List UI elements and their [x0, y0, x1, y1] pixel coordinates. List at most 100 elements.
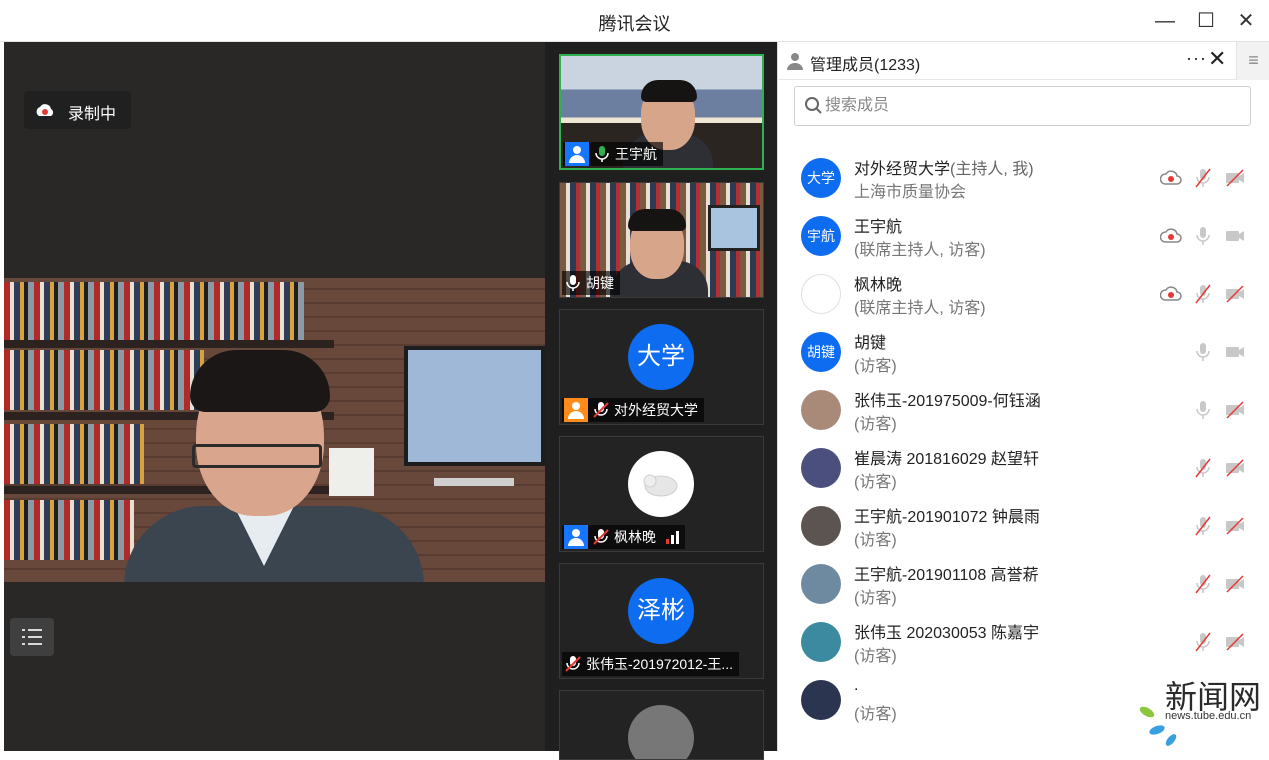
- mic-icon[interactable]: [1192, 341, 1214, 363]
- recording-icon[interactable]: [1159, 167, 1182, 189]
- member-row[interactable]: 张伟玉 202030053 陈嘉宇 (访客): [778, 613, 1269, 671]
- user-icon: [564, 398, 588, 422]
- member-name-text: .: [854, 677, 859, 694]
- avatar: [801, 564, 841, 604]
- thumbnail-label: 枫林晚: [562, 525, 685, 549]
- thumbnail-name: 张伟玉-201972012-王...: [586, 656, 734, 672]
- member-role-tag: (主持人, 我): [950, 161, 1034, 178]
- mic-muted-icon[interactable]: [1192, 515, 1214, 537]
- camera-off-icon[interactable]: [1224, 573, 1246, 595]
- member-subtitle: (访客): [854, 706, 897, 723]
- avatar: [801, 390, 841, 430]
- mic-muted-icon[interactable]: [1192, 167, 1214, 189]
- member-name-text: 王宇航: [854, 219, 903, 236]
- member-name-text: 张伟玉 202030053 陈嘉宇: [854, 625, 1039, 642]
- thumbnail-name: 王宇航: [615, 146, 657, 162]
- member-row[interactable]: 胡键 胡键 (访客): [778, 323, 1269, 381]
- mic-icon[interactable]: [1192, 225, 1214, 247]
- camera-off-icon[interactable]: [1224, 167, 1246, 189]
- speaker-person: [124, 350, 424, 582]
- member-subtitle: (访客): [854, 532, 897, 549]
- thumbnail-1[interactable]: 胡键: [559, 182, 764, 298]
- thumbnail-label: 胡键: [562, 271, 620, 295]
- person-icon: [787, 53, 803, 70]
- close-button[interactable]: ✕: [1231, 7, 1261, 35]
- avatar: 宇航: [801, 216, 841, 256]
- member-row[interactable]: 王宇航-201901072 钟晨雨 (访客): [778, 497, 1269, 555]
- member-row[interactable]: 枫林晚 (联席主持人, 访客): [778, 265, 1269, 323]
- member-name: 崔晨涛 201816029 赵望轩: [854, 445, 1039, 469]
- avatar: 泽彬: [628, 578, 694, 644]
- avatar: 大学: [801, 158, 841, 198]
- more-options-button[interactable]: ···: [1186, 48, 1207, 69]
- member-subtitle: (访客): [854, 590, 897, 607]
- avatar: [801, 274, 841, 314]
- cat-avatar-icon: [628, 705, 694, 759]
- member-row[interactable]: 崔晨涛 201816029 赵望轩 (访客): [778, 439, 1269, 497]
- member-subtitle: (联席主持人, 访客): [854, 242, 986, 259]
- mic-muted-icon: [593, 529, 609, 545]
- user-icon: [564, 525, 588, 549]
- member-subtitle: 上海市质量协会: [854, 184, 967, 201]
- mic-muted-icon[interactable]: [1192, 631, 1214, 653]
- panel-close-button[interactable]: ✕: [1208, 46, 1226, 72]
- camera-off-icon[interactable]: [1224, 515, 1246, 537]
- member-name-text: 对外经贸大学: [854, 161, 951, 178]
- member-row[interactable]: 王宇航-201901108 高誉菥 (访客): [778, 555, 1269, 613]
- maximize-button[interactable]: ☐: [1191, 7, 1221, 35]
- member-name-text: 王宇航-201901108 高誉菥: [854, 567, 1039, 584]
- thumbnail-0[interactable]: 王宇航: [559, 54, 764, 170]
- avatar: [801, 622, 841, 662]
- thumbnail-2[interactable]: 大学 对外经贸大学: [559, 309, 764, 425]
- member-name-text: 胡键: [854, 335, 887, 352]
- mic-muted-icon: [593, 402, 609, 418]
- participant-thumbnails: 王宇航 胡键 大学 对外经贸大学 枫林晚 泽彬 张伟玉-201972012-王.…: [545, 42, 777, 760]
- recording-label: 录制中: [68, 106, 117, 123]
- recording-icon[interactable]: [1159, 225, 1182, 247]
- avatar: [801, 506, 841, 546]
- camera-icon[interactable]: [1224, 341, 1246, 363]
- watermark-logo: 新闻网 news.tube.edu.cn: [1137, 672, 1269, 751]
- member-name-text: 崔晨涛 201816029 赵望轩: [854, 451, 1039, 468]
- member-name: 王宇航: [854, 213, 902, 237]
- recording-icon[interactable]: [1159, 283, 1182, 305]
- camera-off-icon[interactable]: [1224, 457, 1246, 479]
- member-subtitle: (访客): [854, 648, 897, 665]
- minimize-button[interactable]: —: [1150, 7, 1180, 35]
- member-name-text: 枫林晚: [854, 277, 903, 294]
- thumbnail-3[interactable]: 枫林晚: [559, 436, 764, 552]
- camera-off-icon[interactable]: [1224, 283, 1246, 305]
- signal-icon: [666, 530, 679, 544]
- member-row[interactable]: 大学 对外经贸大学(主持人, 我) 上海市质量协会: [778, 149, 1269, 207]
- member-search[interactable]: [794, 86, 1251, 126]
- thumbnail-label: 张伟玉-201972012-王...: [562, 652, 740, 676]
- thumbnail-name: 枫林晚: [614, 529, 656, 545]
- cloud-record-icon: [36, 104, 54, 116]
- member-list-toggle-button[interactable]: [10, 618, 54, 656]
- search-input[interactable]: [825, 95, 1225, 117]
- avatar: 胡键: [801, 332, 841, 372]
- member-name: 对外经贸大学(主持人, 我): [854, 155, 1034, 179]
- thumbnail-4[interactable]: 泽彬 张伟玉-201972012-王...: [559, 563, 764, 679]
- member-row[interactable]: 张伟玉-201975009-何钰涵 (访客): [778, 381, 1269, 439]
- recording-indicator[interactable]: 录制中: [24, 91, 131, 129]
- member-subtitle: (访客): [854, 358, 897, 375]
- mic-muted-icon[interactable]: [1192, 283, 1214, 305]
- member-name: 王宇航-201901072 钟晨雨: [854, 503, 1040, 527]
- main-video[interactable]: 录制中: [4, 42, 545, 751]
- mic-icon[interactable]: [1192, 399, 1214, 421]
- camera-off-icon[interactable]: [1224, 631, 1246, 653]
- member-subtitle: (联席主持人, 访客): [854, 300, 986, 317]
- panel-menu-button[interactable]: ≡: [1236, 42, 1269, 80]
- mic-muted-icon[interactable]: [1192, 457, 1214, 479]
- member-name-text: 张伟玉-201975009-何钰涵: [854, 393, 1041, 410]
- camera-icon[interactable]: [1224, 225, 1246, 247]
- panel-title: 管理成员(1233): [810, 57, 921, 74]
- member-name: 张伟玉 202030053 陈嘉宇: [854, 619, 1039, 643]
- mic-muted-icon[interactable]: [1192, 573, 1214, 595]
- thumbnail-5[interactable]: [559, 690, 764, 760]
- member-row[interactable]: 宇航 王宇航 (联席主持人, 访客): [778, 207, 1269, 265]
- bookshelf-row: [4, 282, 304, 342]
- background-monitor: [404, 346, 545, 466]
- camera-off-icon[interactable]: [1224, 399, 1246, 421]
